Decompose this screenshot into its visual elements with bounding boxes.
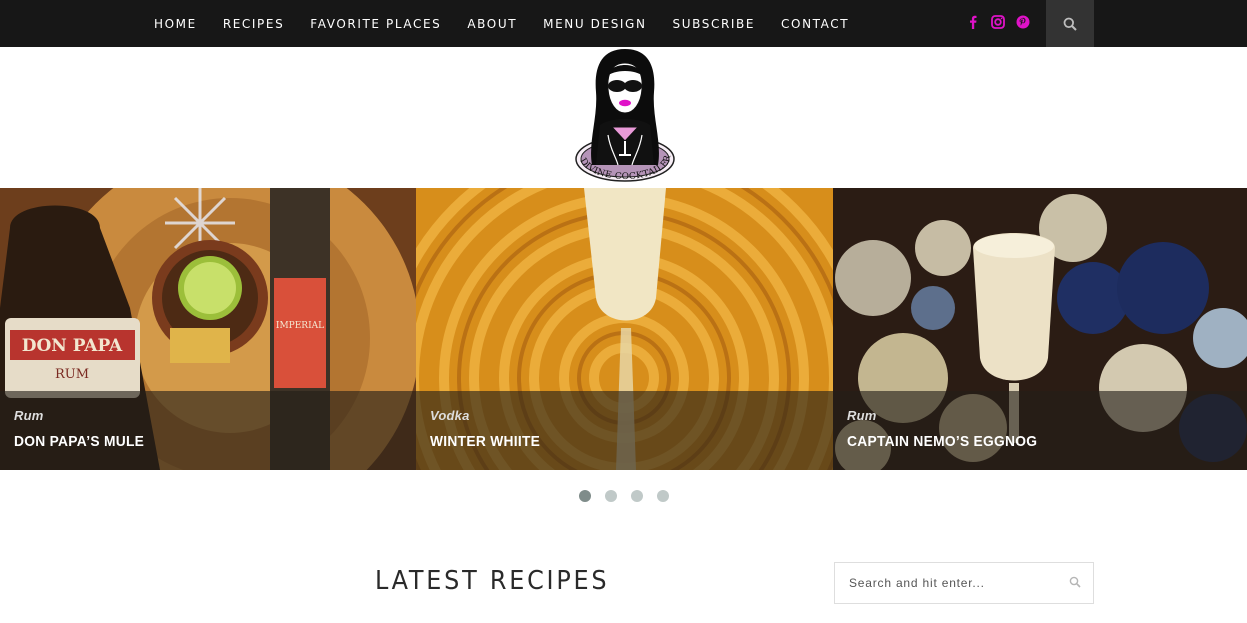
slider-dot-2[interactable] bbox=[605, 490, 617, 502]
slide-caption: Vodka WINTER WHIITE bbox=[416, 391, 833, 470]
menu-item-favorite-places[interactable]: FAVORITE PLACES bbox=[310, 17, 441, 31]
menu-item-about[interactable]: ABOUT bbox=[467, 17, 517, 31]
svg-text:DON PAPA: DON PAPA bbox=[22, 336, 123, 356]
facebook-icon[interactable] bbox=[966, 15, 980, 29]
slide-caption: Rum DON PAPA’S MULE bbox=[0, 391, 416, 470]
slide-title[interactable]: CAPTAIN NEMO’S EGGNOG bbox=[847, 433, 1037, 450]
search-icon bbox=[1063, 17, 1077, 31]
svg-text:IMPERIAL: IMPERIAL bbox=[276, 321, 324, 331]
search-icon[interactable] bbox=[1069, 576, 1081, 588]
social-links bbox=[966, 15, 1030, 29]
slide-caption: Rum CAPTAIN NEMO’S EGGNOG bbox=[833, 391, 1247, 470]
slider-dot-4[interactable] bbox=[657, 490, 669, 502]
header-search-button[interactable] bbox=[1046, 0, 1094, 47]
slide-title[interactable]: WINTER WHIITE bbox=[430, 433, 540, 450]
featured-slider: DON PAPA RUM IMPERIAL Rum DON PAPA’S MUL… bbox=[0, 188, 1247, 470]
site-logo[interactable]: DIVINE COCKTAILER bbox=[570, 47, 680, 187]
slider-pagination bbox=[579, 490, 669, 502]
sidebar-search bbox=[834, 562, 1094, 604]
main-menu: HOME RECIPES FAVORITE PLACES ABOUT MENU … bbox=[154, 0, 875, 47]
menu-item-subscribe[interactable]: SUBSCRIBE bbox=[673, 17, 756, 31]
slider-dot-1[interactable] bbox=[579, 490, 591, 502]
slide-winter-whiite[interactable]: Vodka WINTER WHIITE bbox=[416, 188, 833, 470]
pinterest-icon[interactable] bbox=[1016, 15, 1030, 29]
instagram-icon[interactable] bbox=[991, 15, 1005, 29]
menu-item-menu-design[interactable]: MENU DESIGN bbox=[543, 17, 646, 31]
slider-dot-3[interactable] bbox=[631, 490, 643, 502]
slide-captain-nemos-eggnog[interactable]: Rum CAPTAIN NEMO’S EGGNOG bbox=[833, 188, 1247, 470]
top-navbar: HOME RECIPES FAVORITE PLACES ABOUT MENU … bbox=[0, 0, 1247, 47]
slide-category[interactable]: Vodka bbox=[430, 408, 470, 423]
slide-don-papas-mule[interactable]: DON PAPA RUM IMPERIAL Rum DON PAPA’S MUL… bbox=[0, 188, 416, 470]
menu-item-recipes[interactable]: RECIPES bbox=[223, 17, 284, 31]
slide-title[interactable]: DON PAPA’S MULE bbox=[14, 433, 144, 450]
sidebar-search-input[interactable] bbox=[835, 563, 1069, 603]
svg-text:RUM: RUM bbox=[55, 367, 89, 382]
menu-item-home[interactable]: HOME bbox=[154, 17, 197, 31]
section-title: LATEST RECIPES bbox=[375, 566, 610, 596]
menu-item-contact[interactable]: CONTACT bbox=[781, 17, 849, 31]
slide-category[interactable]: Rum bbox=[14, 408, 44, 423]
slide-category[interactable]: Rum bbox=[847, 408, 877, 423]
